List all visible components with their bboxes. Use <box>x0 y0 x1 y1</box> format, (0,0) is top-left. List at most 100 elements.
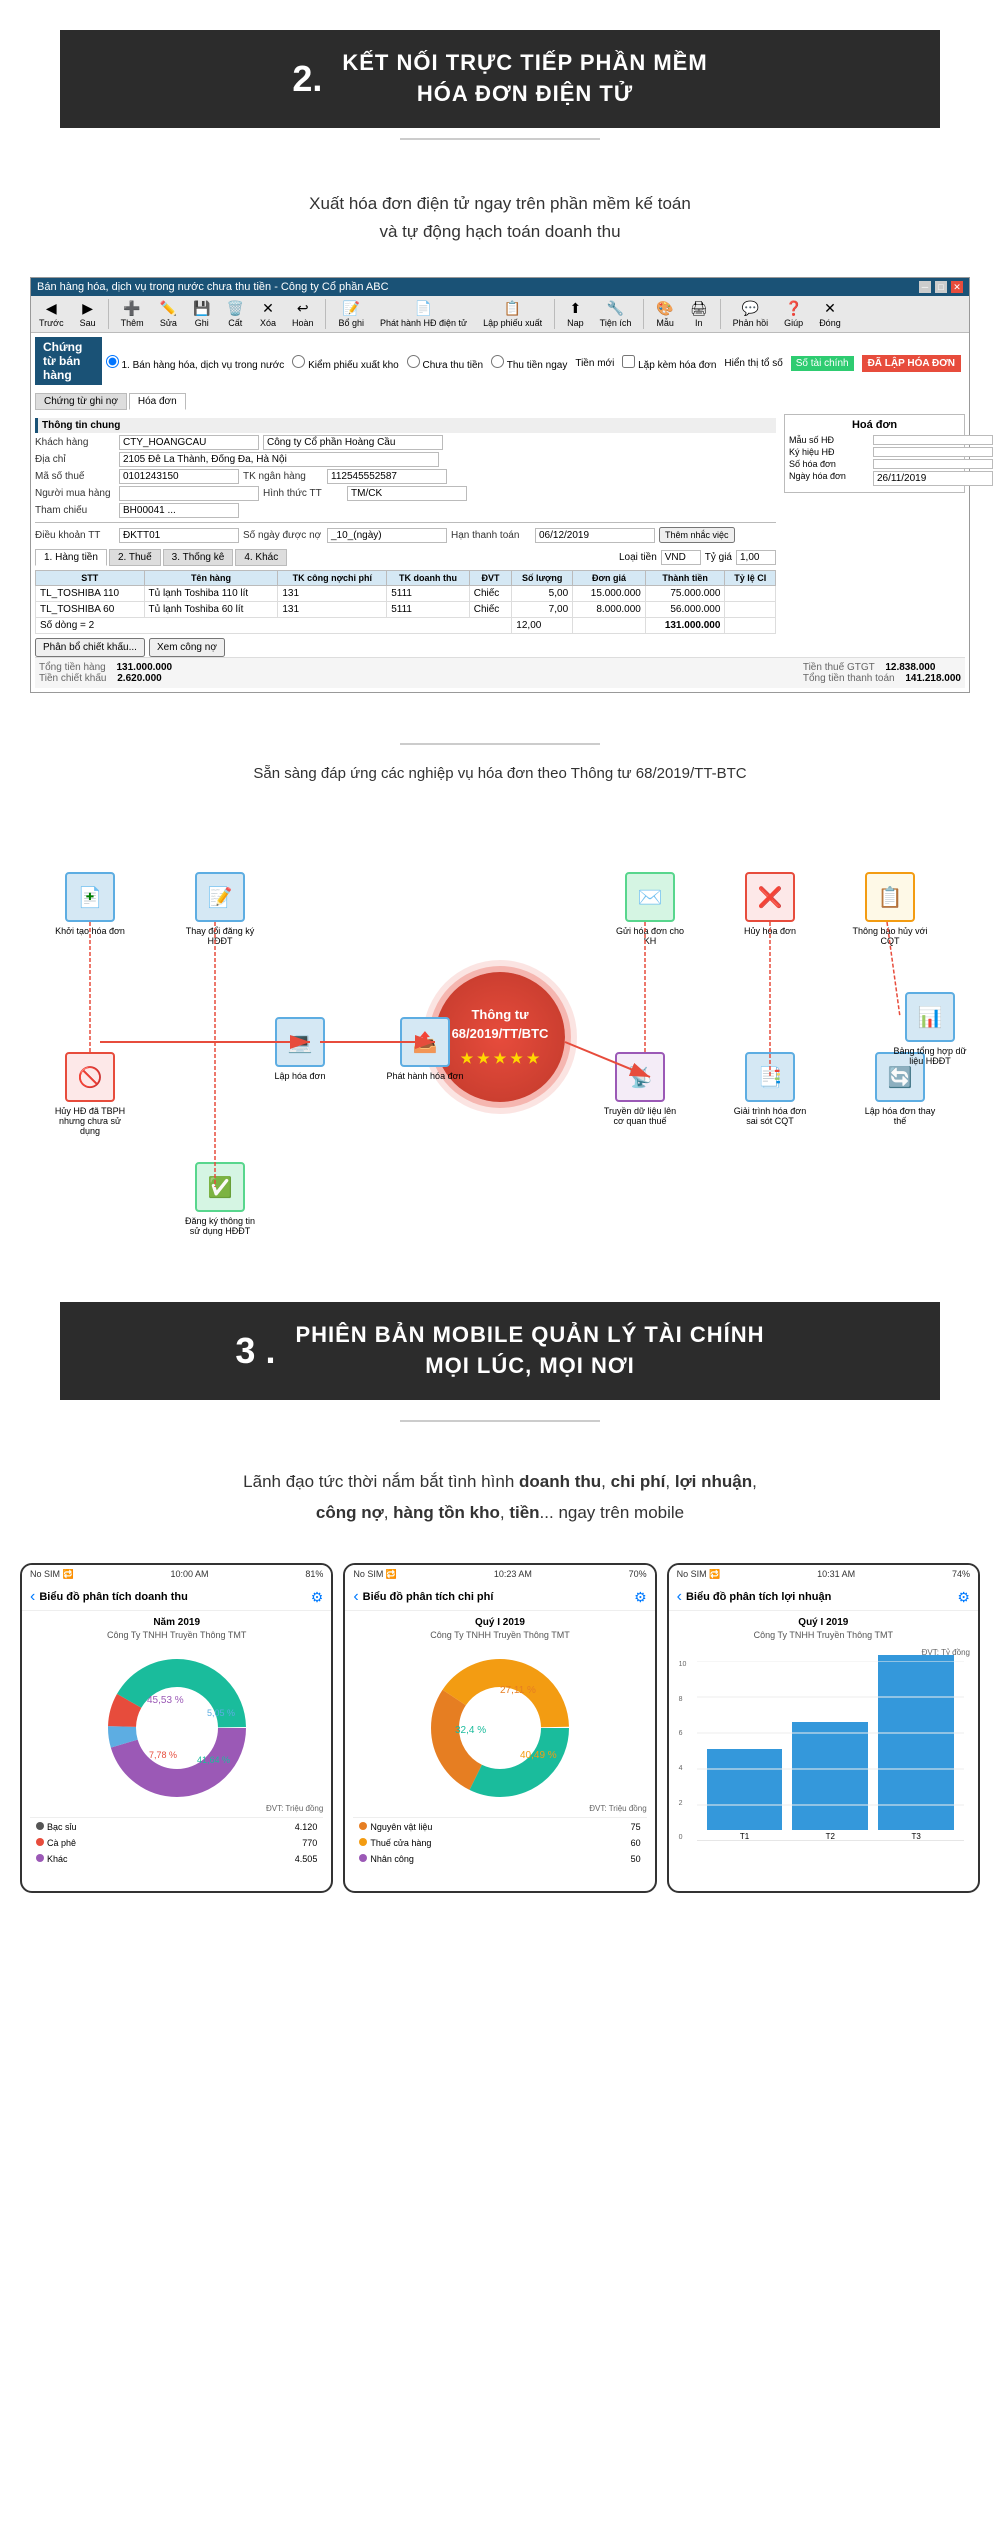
toolbar-lap-phieu[interactable]: 📋Lập phiếu xuất <box>479 298 546 330</box>
sw-label-thamchieu: Tham chiếu <box>35 505 115 516</box>
phone3-y10: 10 <box>679 1661 687 1668</box>
phone3-back-icon[interactable]: ‹ <box>677 1588 682 1606</box>
toolbar-delete[interactable]: 🗑️Cất <box>223 298 248 330</box>
sw-tab-chungtughi[interactable]: Chứng từ ghi nợ <box>35 393 127 410</box>
phone2-chart-area: Quý I 2019 Công Ty TNHH Truyền Thông TMT… <box>345 1611 654 1891</box>
wf-guihd-icon: ✉️ <box>625 872 675 922</box>
sw-hd-sohd-val <box>873 459 993 469</box>
table-row: TL_TOSHIBA 110 Tủ lạnh Toshiba 110 lít 1… <box>36 586 776 602</box>
phone-loinhuan: No SIM 🔁 10:31 AM 74% ‹ Biểu đồ phân tíc… <box>667 1563 980 1893</box>
sw-input-songay: _10_(ngày) <box>327 528 447 543</box>
phone1-chart-area: Năm 2019 Công Ty TNHH Truyền Thông TMT 4… <box>22 1611 331 1891</box>
maximize-btn[interactable]: □ <box>935 281 947 293</box>
phone1-battery: 81% <box>305 1569 323 1580</box>
toolbar-save[interactable]: 💾Ghi <box>189 298 214 330</box>
sw-tienmoi-label: Tiền mới <box>575 358 614 369</box>
phone2-time: 10:23 AM <box>494 1569 532 1580</box>
phone2-statusbar: No SIM 🔁 10:23 AM 70% <box>345 1565 654 1584</box>
wf-laphd-icon: 💻 <box>275 1017 325 1067</box>
sw-ttab-hang[interactable]: 1. Hàng tiền <box>35 549 107 566</box>
toolbar-in[interactable]: 🖨In <box>686 298 712 330</box>
toolbar-mau[interactable]: 🎨Mẫu <box>652 298 678 330</box>
sw-congno-btn[interactable]: Xem công nợ <box>149 638 225 657</box>
sw-ttab-thue[interactable]: 2. Thuế <box>109 549 161 566</box>
sw-sotalchinh-btn[interactable]: Số tài chính <box>791 356 854 371</box>
toolbar-phan-hoi[interactable]: 💬Phản hồi <box>729 298 773 330</box>
phone3-gear-icon[interactable]: ⚙ <box>957 1589 970 1606</box>
phone1-leg1-label: Bạc sỉu <box>47 1822 77 1832</box>
phone1-company: Công Ty TNHH Truyền Thông TMT <box>30 1630 323 1640</box>
sw-checkbox-thutienngay[interactable]: Thu tiền ngay <box>491 355 567 371</box>
sw-hd-kyhieu-label: Ký hiệu HĐ <box>789 447 869 457</box>
sw-radio1[interactable]: 1. Bán hàng hóa, dịch vụ trong nước <box>106 355 285 371</box>
sw-dalaph-btn[interactable]: ĐÃ LẬP HÓA ĐƠN <box>862 355 961 372</box>
toolbar-sep3 <box>554 299 555 329</box>
sw-tab-hoadon[interactable]: Hóa đơn <box>129 393 186 410</box>
phone2-gear-icon[interactable]: ⚙ <box>634 1589 647 1606</box>
wf-huytbph-icon: 🚫 <box>65 1052 115 1102</box>
sw-input-khachhang[interactable] <box>119 435 259 450</box>
toolbar-phat-hanh[interactable]: 📄Phát hành HĐ điện tử <box>376 298 471 330</box>
toolbar-tien-ich[interactable]: 🔧Tiện ích <box>596 298 636 330</box>
sw-radio-kpxk[interactable]: Kiểm phiếu xuất kho <box>292 355 398 371</box>
toolbar-bghi[interactable]: 📝Bổ ghi <box>334 298 368 330</box>
phone1-pct2: 5,05 % <box>207 1708 235 1718</box>
close-btn[interactable]: ✕ <box>951 281 963 293</box>
toolbar-back[interactable]: ◀Trước <box>35 298 68 330</box>
sw-hoadon-title: Hoá đơn <box>789 419 960 431</box>
phone2-leg3-label: Nhân công <box>370 1854 414 1864</box>
sw-ttab-khac[interactable]: 4. Khác <box>235 549 287 566</box>
section2-subtitle-line1: Xuất hóa đơn điện tử ngay trên phần mềm … <box>60 190 940 219</box>
wf-huyhd-label: Hủy hóa đơn <box>744 926 796 936</box>
phone3-y0: 0 <box>679 1834 687 1841</box>
toolbar-sep5 <box>720 299 721 329</box>
phone3-header: ‹ Biểu đồ phân tích lợi nhuận ⚙ <box>669 1584 978 1611</box>
sw-hd-ngay-val: 26/11/2019 <box>873 471 993 486</box>
sw-lapkemhoadon[interactable]: Lặp kèm hóa đơn <box>622 355 716 371</box>
sw-input-dk: ĐKTT01 <box>119 528 239 543</box>
sw-right-col: Hoá đơn Mẫu số HĐ Ký hiệu HĐ Số hóa đơn <box>780 414 965 657</box>
sw-input-mst: 0101243150 <box>119 469 239 484</box>
sw-themnh-btn[interactable]: Thêm nhắc việc <box>659 527 735 543</box>
sw-checkbox-chuathu[interactable]: Chưa thu tiền <box>407 355 483 371</box>
section2-number: 2. <box>292 58 322 100</box>
td-sl: 5,00 <box>512 586 573 602</box>
sw-label-songay: Số ngày được nợ <box>243 530 323 541</box>
toolbar-giup[interactable]: ❓Giúp <box>780 298 807 330</box>
toolbar-nap[interactable]: ⬆Nap <box>563 298 588 330</box>
toolbar-dong[interactable]: ✕Đóng <box>815 298 845 330</box>
sw-label-dk: Điều khoản TT <box>35 530 115 541</box>
phone2-back-icon[interactable]: ‹ <box>353 1588 358 1606</box>
section3-number: 3 . <box>235 1330 275 1372</box>
phone1-gear-icon[interactable]: ⚙ <box>311 1589 324 1606</box>
sw-phanbo-btn[interactable]: Phân bổ chiết khấu... <box>35 638 145 657</box>
toolbar-undo[interactable]: ↩Hoàn <box>288 298 318 330</box>
toolbar-forward[interactable]: ▶Sau <box>76 298 100 330</box>
phone2-header: ‹ Biểu đồ phân tích chi phí ⚙ <box>345 1584 654 1611</box>
sw-bottom-btns: Phân bổ chiết khấu... Xem công nợ <box>35 638 776 657</box>
phone2-leg3-val: 50 <box>592 1852 644 1866</box>
minimize-btn[interactable]: ─ <box>919 281 931 293</box>
sw-input-thamchieu: BH00041 ... <box>119 503 239 518</box>
phone3-company: Công Ty TNHH Truyền Thông TMT <box>677 1630 970 1640</box>
sw-th-dongia: Đơn giá <box>573 571 646 586</box>
sw-ttab-thongke[interactable]: 3. Thống kê <box>163 549 234 566</box>
sw-hd-kyhieu: Ký hiệu HĐ <box>789 447 960 457</box>
sw-label-dc: Địa chỉ <box>35 454 115 465</box>
phone-doanhthu: No SIM 🔁 10:00 AM 81% ‹ Biểu đồ phân tíc… <box>20 1563 333 1893</box>
sw-field-diachi: Địa chỉ 2105 Đê La Thành, Đống Đa, Hà Nộ… <box>35 452 776 467</box>
sw-label-nguoimua: Người mua hàng <box>35 488 115 499</box>
wf-giaitrinh-icon: 📑 <box>745 1052 795 1102</box>
sw-hd-mauso: Mẫu số HĐ <box>789 435 960 445</box>
toolbar-cancel[interactable]: ✕Xóa <box>256 298 280 330</box>
toolbar-new[interactable]: ➕Thêm <box>117 298 148 330</box>
sw-footer-tongtien: Tổng tiền hàng 131.000.000 Tiền chiết kh… <box>39 662 172 684</box>
bold-doanhthu: doanh thu <box>519 1472 601 1491</box>
sw-total-thanhtien: 131.000.000 <box>645 618 725 634</box>
phone1-back-icon[interactable]: ‹ <box>30 1588 35 1606</box>
phone1-unit: ĐVT: Triệu đồng <box>30 1804 323 1813</box>
toolbar-edit[interactable]: ✏️Sửa <box>156 298 181 330</box>
phone1-pct4: 41,64 % <box>197 1755 230 1765</box>
wf-huytbph-label: Hủy HĐ đã TBPH nhưng chưa sử dụng <box>50 1106 130 1136</box>
sw-titlebar-controls[interactable]: ─ □ ✕ <box>919 281 963 293</box>
